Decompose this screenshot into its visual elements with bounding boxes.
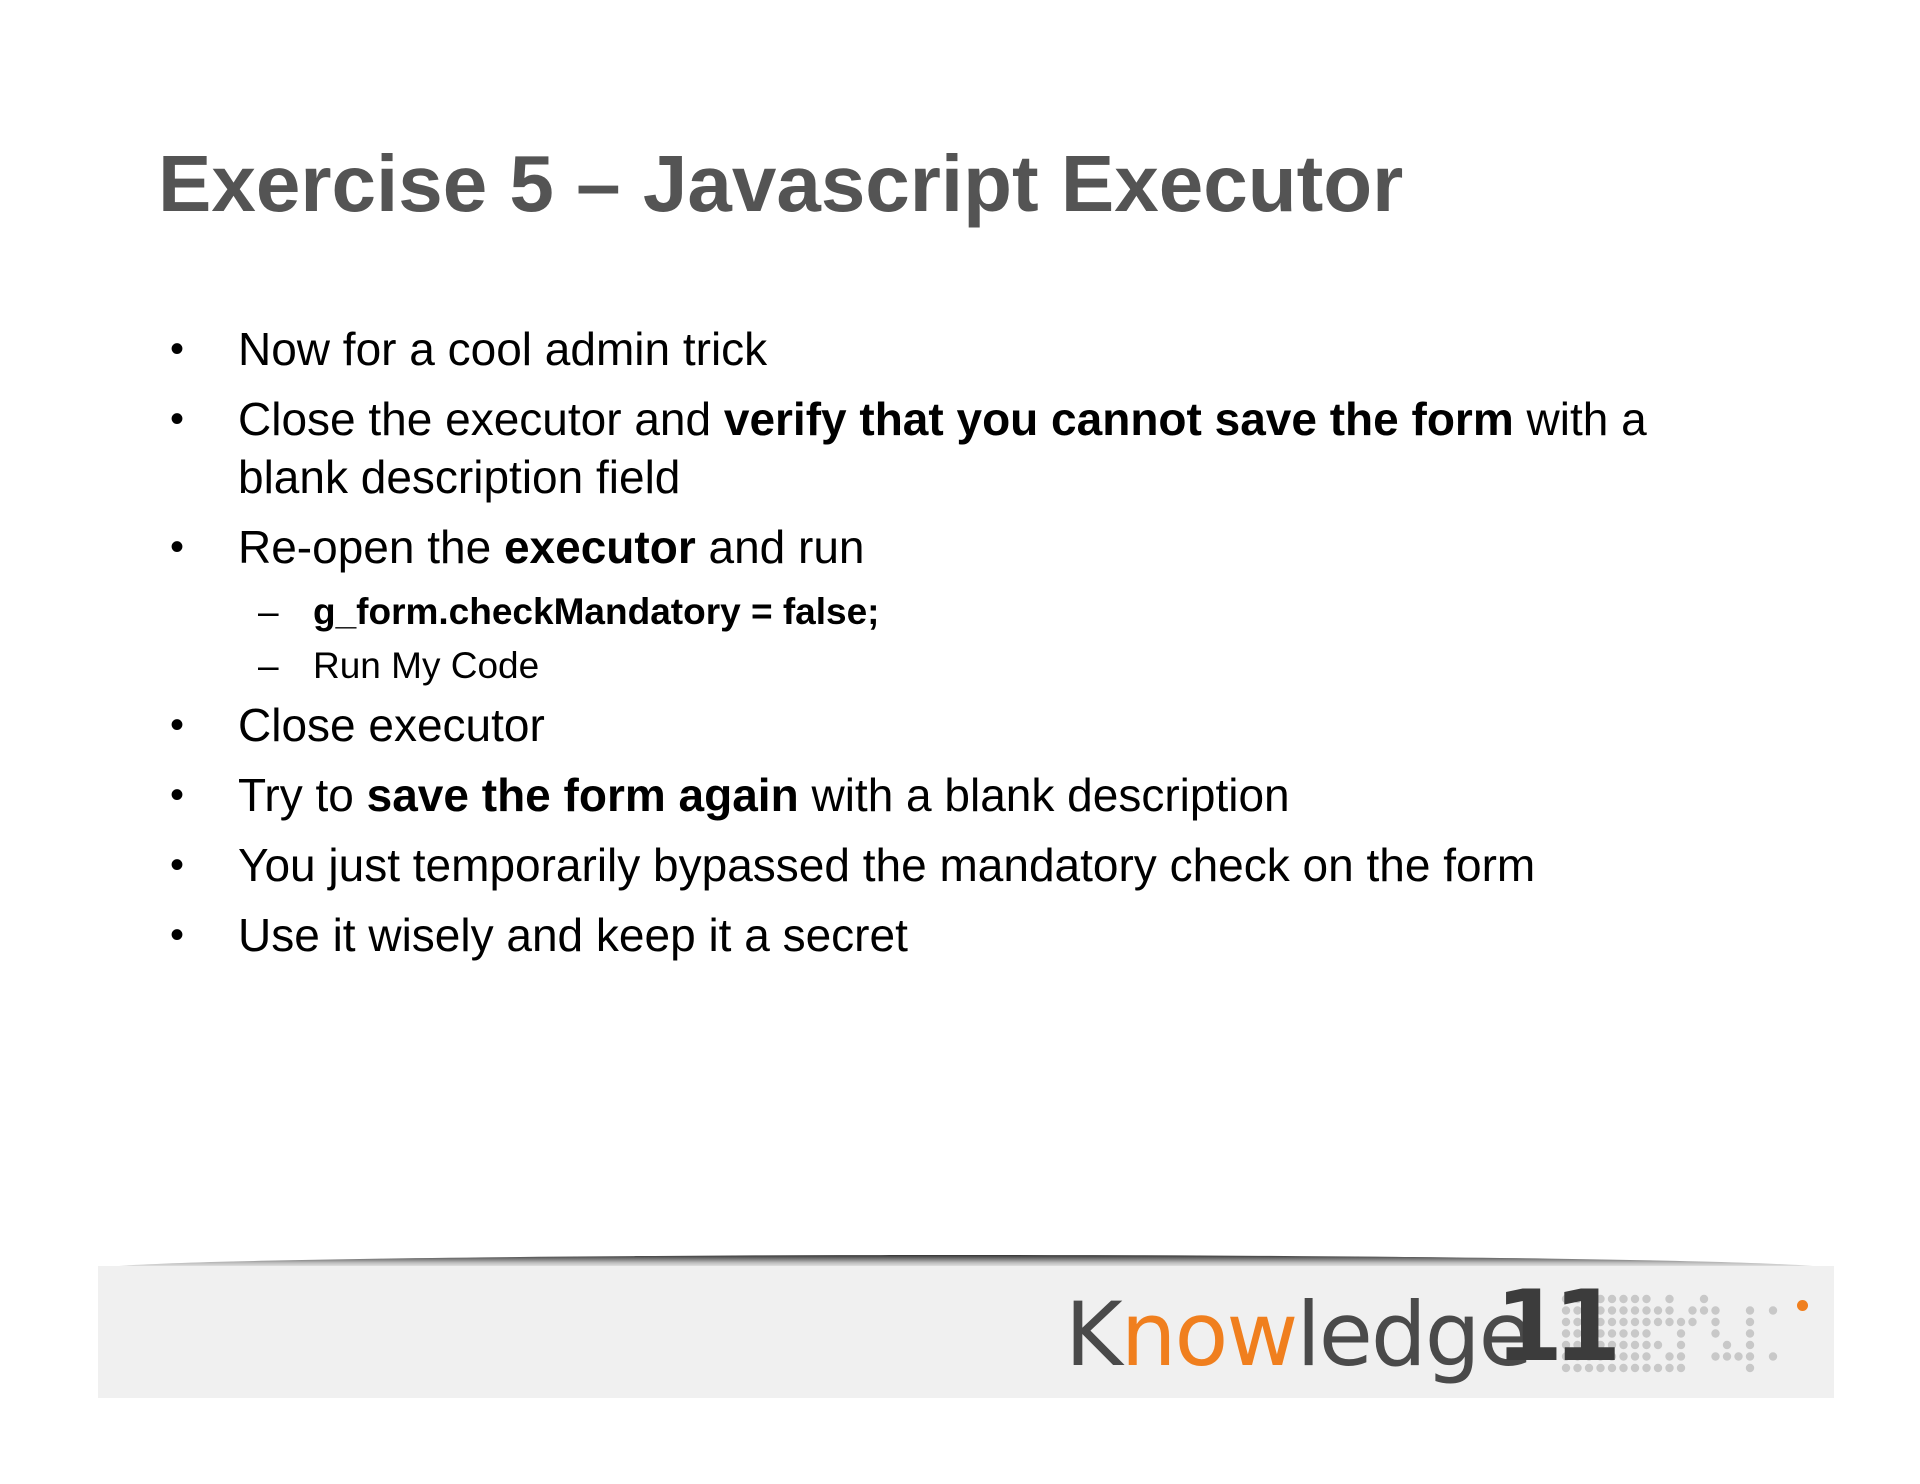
bullet-marker: • bbox=[170, 703, 185, 747]
bullet-marker: • bbox=[170, 843, 185, 887]
logo-dot bbox=[1642, 1363, 1651, 1373]
logo-dot bbox=[1768, 1306, 1778, 1315]
bullet-item: • Use it wisely and keep it a secret bbox=[170, 906, 1750, 964]
logo-dot bbox=[1619, 1329, 1628, 1338]
bullet-marker: • bbox=[170, 327, 185, 371]
logo-dot bbox=[1653, 1317, 1663, 1327]
bullet-item: • Close executor bbox=[170, 696, 1750, 754]
logo-dot bbox=[1665, 1317, 1674, 1327]
logo-word-start: K bbox=[1065, 1283, 1123, 1386]
logo-dot bbox=[1630, 1352, 1640, 1361]
bullet-list: • Now for a cool admin trick • Close the ex… bbox=[170, 320, 1750, 976]
sub-bullet-marker: – bbox=[258, 591, 279, 632]
logo-dot bbox=[1642, 1294, 1651, 1304]
logo-dot bbox=[1630, 1317, 1640, 1327]
bullet-text: and run bbox=[695, 521, 865, 573]
logo-dot bbox=[1619, 1294, 1628, 1304]
logo-dot bbox=[1745, 1340, 1755, 1350]
bullet-item: • Close the executor and verify that you … bbox=[170, 390, 1750, 506]
logo-dot bbox=[1619, 1340, 1628, 1350]
logo-dot bbox=[1676, 1363, 1686, 1373]
sub-bullet-marker: – bbox=[258, 645, 279, 686]
logo-dot bbox=[1722, 1340, 1732, 1350]
logo-dot bbox=[1642, 1352, 1651, 1361]
logo-dot bbox=[1745, 1317, 1755, 1327]
logo-dot bbox=[1653, 1306, 1663, 1315]
logo-dot bbox=[1699, 1294, 1709, 1304]
bullet-item: • Now for a cool admin trick bbox=[170, 320, 1750, 378]
logo-dot bbox=[1630, 1329, 1640, 1338]
logo-dot bbox=[1745, 1363, 1755, 1373]
logo-dot bbox=[1619, 1352, 1628, 1361]
sub-bullet-text: Run My Code bbox=[313, 645, 540, 686]
sub-bullet-text: g_form.checkMandatory = false; bbox=[313, 591, 880, 632]
sub-bullet-item: – g_form.checkMandatory = false; bbox=[170, 588, 1750, 636]
bullet-text: verify that you cannot save the form bbox=[723, 393, 1514, 445]
logo-dot bbox=[1768, 1352, 1778, 1361]
bullet-marker: • bbox=[170, 525, 185, 569]
logo-dot bbox=[1711, 1352, 1720, 1361]
logo-dot bbox=[1699, 1306, 1709, 1315]
logo-dot bbox=[1665, 1363, 1674, 1373]
logo-word-accent: now bbox=[1120, 1283, 1299, 1386]
bullet-marker: • bbox=[170, 773, 185, 817]
logo-dot bbox=[1676, 1352, 1686, 1361]
logo-dot bbox=[1630, 1306, 1640, 1315]
logo-dot bbox=[1688, 1317, 1697, 1327]
logo-dot bbox=[1630, 1294, 1640, 1304]
logo-dot bbox=[1619, 1317, 1628, 1327]
logo-dot bbox=[1619, 1363, 1628, 1373]
logo-dot bbox=[1745, 1306, 1755, 1315]
bullet-text: with a blank description bbox=[798, 769, 1290, 821]
logo-dot bbox=[1653, 1363, 1663, 1373]
logo-dot bbox=[1642, 1306, 1651, 1315]
logo-dot bbox=[1642, 1340, 1651, 1350]
logo-orange-dot bbox=[1797, 1300, 1808, 1311]
logo-dot bbox=[1711, 1306, 1720, 1315]
logo-dot bbox=[1711, 1317, 1720, 1327]
bullet-marker: • bbox=[170, 913, 185, 957]
bullet-text: You just temporarily bypassed the mandat… bbox=[238, 839, 1536, 891]
logo-dot bbox=[1665, 1294, 1674, 1304]
bullet-text: executor bbox=[503, 521, 696, 573]
sub-bullet-item: – Run My Code bbox=[170, 642, 1750, 690]
bullet-item: • Re-open the executor and run bbox=[170, 518, 1750, 576]
logo-dot bbox=[1676, 1317, 1686, 1327]
bullet-marker: • bbox=[170, 397, 185, 441]
bullet-text: Now for a cool admin trick bbox=[238, 323, 768, 375]
logo-dot bbox=[1665, 1306, 1674, 1315]
logo-dot bbox=[1722, 1352, 1732, 1361]
logo-dot bbox=[1642, 1329, 1651, 1338]
logo-dot bbox=[1734, 1352, 1743, 1361]
logo-dot bbox=[1653, 1340, 1663, 1350]
bullet-item: • You just temporarily bypassed the manda… bbox=[170, 836, 1750, 894]
bullet-text: Close executor bbox=[238, 699, 545, 751]
logo-wordmark: Knowledge bbox=[1065, 1287, 1533, 1383]
bullet-text: Re-open the bbox=[238, 521, 504, 573]
logo-dot bbox=[1630, 1363, 1640, 1373]
logo-dot bbox=[1676, 1340, 1686, 1350]
logo-dot bbox=[1688, 1306, 1697, 1315]
logo-dot bbox=[1676, 1329, 1686, 1338]
logo-dot bbox=[1745, 1352, 1755, 1361]
logo-dot bbox=[1665, 1352, 1674, 1361]
logo-dot bbox=[1630, 1340, 1640, 1350]
bullet-text: Close the executor and bbox=[238, 393, 724, 445]
logo-dot bbox=[1619, 1306, 1628, 1315]
knowledge11-logo: Knowledge 11 bbox=[1065, 1277, 1825, 1393]
logo-number: 11 bbox=[1495, 1270, 1621, 1384]
bullet-text: Use it wisely and keep it a secret bbox=[238, 909, 908, 961]
logo-dot bbox=[1711, 1329, 1720, 1338]
bullet-text: save the form again bbox=[366, 769, 799, 821]
logo-dot bbox=[1642, 1317, 1651, 1327]
logo-dot bbox=[1745, 1329, 1755, 1338]
bullet-item: • Try to save the form again with a blank… bbox=[170, 766, 1750, 824]
slide-title: Exercise 5 – Javascript Executor bbox=[158, 139, 1404, 228]
bullet-text: Try to bbox=[238, 769, 367, 821]
